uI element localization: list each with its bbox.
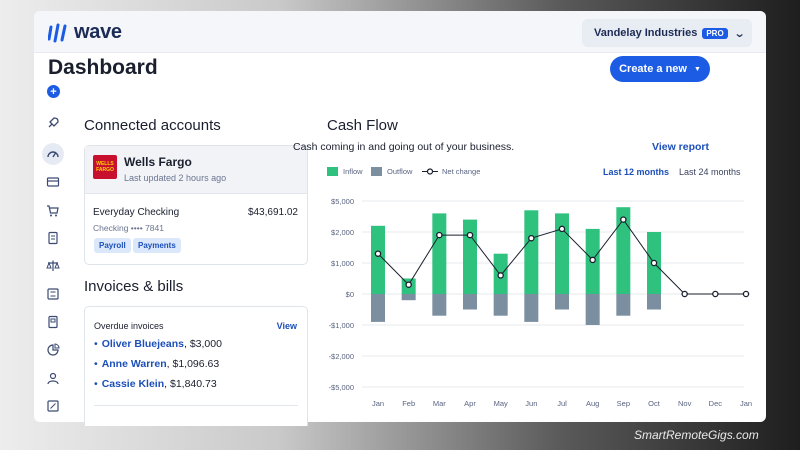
invoice-item[interactable]: • Anne Warren, $1,096.63 [94, 358, 219, 370]
wave-logo[interactable]: wave [48, 21, 122, 44]
company-name: Vandelay Industries [594, 27, 698, 39]
invoice-item[interactable]: • Cassie Klein, $1,840.73 [94, 378, 217, 390]
top-bar: wave Vandelay Industries PRO ⌄ [34, 11, 766, 53]
banking-icon[interactable] [45, 259, 61, 275]
overdue-invoices-label: Overdue invoices [94, 321, 164, 331]
view-report-link[interactable]: View report [652, 141, 709, 153]
create-new-label: Create a new [619, 63, 687, 75]
last-updated: Last updated 2 hours ago [124, 173, 227, 183]
divider [94, 405, 298, 406]
payroll-icon[interactable] [45, 287, 61, 303]
legend-outflow: Outflow [371, 167, 412, 176]
inflow-swatch [327, 167, 338, 176]
logo-text: wave [74, 21, 122, 43]
view-invoices-link[interactable]: View [277, 321, 297, 331]
plus-icon[interactable]: + [47, 85, 60, 98]
period-24-months[interactable]: Last 24 months [679, 167, 741, 177]
contacts-icon[interactable] [45, 371, 61, 387]
wells-fargo-logo: WELLS FARGO [93, 155, 117, 179]
bank-account-card[interactable]: WELLS FARGO Wells Fargo Last updated 2 h… [84, 145, 308, 265]
cash-flow-title: Cash Flow [327, 117, 398, 134]
legend-inflow: Inflow [327, 167, 363, 176]
invoice-item[interactable]: • Oliver Bluejeans, $3,000 [94, 338, 222, 350]
accounting-icon[interactable] [45, 231, 61, 247]
rocket-icon[interactable] [45, 116, 61, 132]
insights-icon[interactable] [45, 343, 61, 359]
period-12-months[interactable]: Last 12 months [603, 167, 669, 177]
purchases-icon[interactable] [45, 204, 61, 220]
create-new-button[interactable]: Create a new ▼ [610, 56, 710, 82]
page-title: Dashboard [48, 56, 158, 79]
invoices-title: Invoices & bills [84, 278, 184, 295]
company-switcher[interactable]: Vandelay Industries PRO ⌄ [582, 19, 752, 47]
tag-payroll: Payroll [94, 238, 131, 253]
bank-name: Wells Fargo [124, 155, 192, 169]
wave-logo-icon [48, 23, 67, 42]
tag-payments: Payments [133, 238, 181, 253]
account-balance: $43,691.02 [247, 207, 298, 218]
outflow-swatch [371, 167, 382, 176]
cash-flow-subtitle: Cash coming in and going out of your bus… [293, 141, 515, 153]
reports-icon[interactable] [45, 315, 61, 331]
account-number: Checking •••• 7841 [93, 223, 164, 233]
sidebar: + [34, 53, 72, 422]
sales-icon[interactable] [45, 175, 61, 191]
tax-icon[interactable] [45, 399, 61, 415]
invoices-card: Overdue invoices View • Oliver Bluejeans,… [84, 306, 308, 426]
dashboard-icon[interactable] [42, 143, 64, 165]
net-change-swatch [422, 168, 438, 175]
chevron-down-icon: ⌄ [733, 27, 746, 40]
account-name: Everyday Checking [93, 207, 180, 218]
legend-net: Net change [422, 167, 480, 176]
bank-header: WELLS FARGO Wells Fargo Last updated 2 h… [85, 146, 307, 194]
plan-badge: PRO [702, 27, 728, 39]
watermark: SmartRemoteGigs.com [634, 428, 759, 442]
caret-down-icon: ▼ [693, 65, 701, 73]
connected-accounts-title: Connected accounts [84, 117, 221, 134]
